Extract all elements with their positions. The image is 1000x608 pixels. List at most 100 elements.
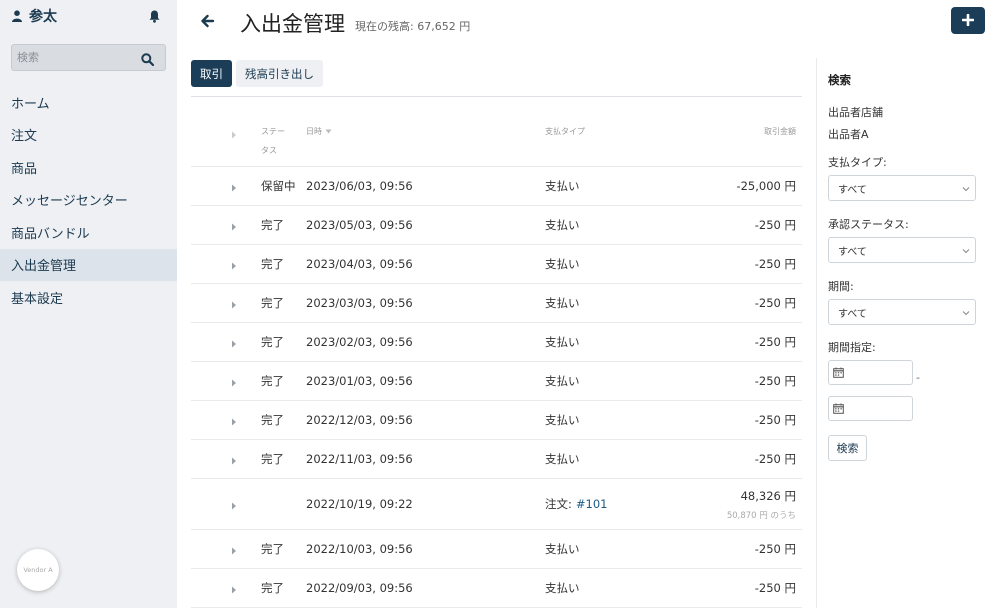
approval-status-label: 承認ステータス: — [828, 218, 909, 231]
search-icon[interactable] — [141, 51, 155, 67]
expand-row-icon[interactable] — [231, 259, 239, 270]
filter-search-button[interactable]: 検索 — [828, 435, 867, 461]
seller-label: 出品者店舗 — [828, 106, 883, 119]
approval-status-select[interactable]: すべて — [828, 237, 976, 263]
table-row[interactable]: 完了 2023/04/03, 09:56 支払い -250 円 — [191, 245, 802, 284]
expand-row-icon[interactable] — [231, 415, 239, 426]
back-arrow-icon[interactable] — [201, 12, 217, 30]
tab-withdrawals[interactable]: 残高引き出し — [236, 60, 323, 87]
header-date[interactable]: 日時 — [306, 122, 332, 141]
table-row[interactable]: 完了 2023/03/03, 09:56 支払い -250 円 — [191, 284, 802, 323]
filter-panel: 検索 出品者店舗 出品者A 支払タイプ: すべて 承認ステータス: すべて 期間… — [816, 58, 1000, 608]
row-status: 完了 — [261, 413, 284, 427]
sidebar-search — [11, 44, 166, 71]
row-payment-type: 支払い — [545, 581, 580, 595]
row-status: 保留中 — [261, 179, 296, 193]
sidebar-item-home[interactable]: ホーム — [0, 86, 177, 119]
row-payment-type: 支払い — [545, 542, 580, 556]
row-status: 完了 — [261, 374, 284, 388]
expand-row-icon[interactable] — [231, 499, 239, 510]
order-type-label: 注文: — [545, 497, 572, 511]
row-date: 2022/09/03, 09:56 — [306, 581, 413, 595]
row-amount: -250 円 — [754, 542, 796, 556]
table-header: ステー タス 日時 支払タイプ 取引金額 — [191, 118, 802, 167]
table-row[interactable]: 完了 2022/10/03, 09:56 支払い -250 円 — [191, 530, 802, 569]
bell-icon[interactable] — [149, 8, 161, 23]
row-payment-type: 支払い — [545, 179, 580, 193]
payment-type-select[interactable]: すべて — [828, 175, 976, 201]
header-date-label: 日時 — [306, 127, 322, 136]
payment-type-label: 支払タイプ: — [828, 156, 887, 169]
date-from-input[interactable] — [828, 360, 913, 385]
expand-row-icon[interactable] — [231, 220, 239, 231]
row-date: 2023/05/03, 09:56 — [306, 218, 413, 232]
table-row[interactable]: 完了 2022/11/03, 09:56 支払い -250 円 — [191, 440, 802, 479]
search-input[interactable] — [12, 51, 132, 64]
period-label: 期間: — [828, 280, 854, 293]
row-payment-type: 支払い — [545, 452, 580, 466]
expand-row-icon[interactable] — [231, 454, 239, 465]
sidebar-nav: ホーム 注文 商品 メッセージセンター 商品バンドル 入出金管理 基本設定 — [0, 86, 177, 314]
row-status: 完了 — [261, 452, 284, 466]
transactions-table: ステー タス 日時 支払タイプ 取引金額 保留中 2023/06/03, 09:… — [191, 118, 802, 608]
row-payment-type: 支払い — [545, 413, 580, 427]
chevron-down-icon — [962, 247, 970, 255]
table-row[interactable]: 完了 2022/09/03, 09:56 支払い -250 円 — [191, 569, 802, 608]
expand-row-icon[interactable] — [231, 298, 239, 309]
tab-bar: 取引 残高引き出し — [191, 60, 802, 97]
row-payment-type: 支払い — [545, 296, 580, 310]
expand-all-toggle[interactable] — [231, 124, 239, 139]
expand-row-icon[interactable] — [231, 376, 239, 387]
period-value: すべて — [838, 308, 867, 320]
row-amount: -250 円 — [754, 374, 796, 388]
sidebar-item-orders[interactable]: 注文 — [0, 119, 177, 152]
add-button[interactable] — [951, 7, 985, 34]
row-status: 完了 — [261, 296, 284, 310]
expand-row-icon[interactable] — [231, 181, 239, 192]
plus-icon — [961, 10, 975, 31]
sidebar: 参太 ホーム 注文 商品 メッセージセンター 商品バンドル 入出金管理 基本設定… — [0, 0, 177, 608]
table-row[interactable]: 保留中 2023/06/03, 09:56 支払い -25,000 円 — [191, 167, 802, 206]
table-row[interactable]: 2022/10/19, 09:22 注文: #101 48,326 円 50,8… — [191, 479, 802, 530]
sidebar-item-message-center[interactable]: メッセージセンター — [0, 184, 177, 217]
table-row[interactable]: 完了 2023/01/03, 09:56 支払い -250 円 — [191, 362, 802, 401]
header-amount[interactable]: 取引金額 — [764, 122, 796, 141]
vendor-avatar[interactable]: Vendor A — [17, 549, 59, 591]
order-link[interactable]: #101 — [576, 497, 608, 511]
header-payment-type[interactable]: 支払タイプ — [545, 122, 585, 141]
row-amount: -250 円 — [754, 413, 796, 427]
row-amount: -250 円 — [754, 335, 796, 349]
row-date: 2023/04/03, 09:56 — [306, 257, 413, 271]
date-to-input[interactable] — [828, 396, 913, 421]
row-date: 2023/02/03, 09:56 — [306, 335, 413, 349]
sidebar-item-products[interactable]: 商品 — [0, 151, 177, 184]
sidebar-item-settings[interactable]: 基本設定 — [0, 281, 177, 314]
row-date: 2022/10/19, 09:22 — [306, 497, 413, 511]
table-row[interactable]: 完了 2023/05/03, 09:56 支払い -250 円 — [191, 206, 802, 245]
row-payment-type: 支払い — [545, 218, 580, 232]
row-date: 2023/01/03, 09:56 — [306, 374, 413, 388]
date-range-separator: - — [916, 371, 920, 384]
row-status: 完了 — [261, 581, 284, 595]
table-row[interactable]: 完了 2022/12/03, 09:56 支払い -250 円 — [191, 401, 802, 440]
chevron-down-icon — [962, 185, 970, 193]
expand-row-icon[interactable] — [231, 337, 239, 348]
user-menu[interactable]: 参太 — [11, 6, 161, 26]
table-row[interactable]: 完了 2023/02/03, 09:56 支払い -250 円 — [191, 323, 802, 362]
calendar-icon — [833, 363, 844, 382]
row-date: 2023/03/03, 09:56 — [306, 296, 413, 310]
row-amount: -250 円 — [754, 581, 796, 595]
expand-row-icon[interactable] — [231, 583, 239, 594]
seller-value: 出品者A — [828, 128, 869, 141]
sidebar-item-product-bundles[interactable]: 商品バンドル — [0, 216, 177, 249]
row-amount-net: 48,326 円 — [740, 488, 796, 503]
row-amount: -250 円 — [754, 218, 796, 232]
row-amount-gross: 50,870 円 のうち — [726, 510, 796, 521]
expand-row-icon[interactable] — [231, 544, 239, 555]
calendar-icon — [833, 399, 844, 418]
tab-transactions[interactable]: 取引 — [191, 60, 232, 87]
date-range-label: 期間指定: — [828, 341, 876, 354]
header-status[interactable]: ステー タス — [261, 122, 293, 160]
sidebar-item-payments[interactable]: 入出金管理 — [0, 248, 177, 281]
period-select[interactable]: すべて — [828, 299, 976, 325]
